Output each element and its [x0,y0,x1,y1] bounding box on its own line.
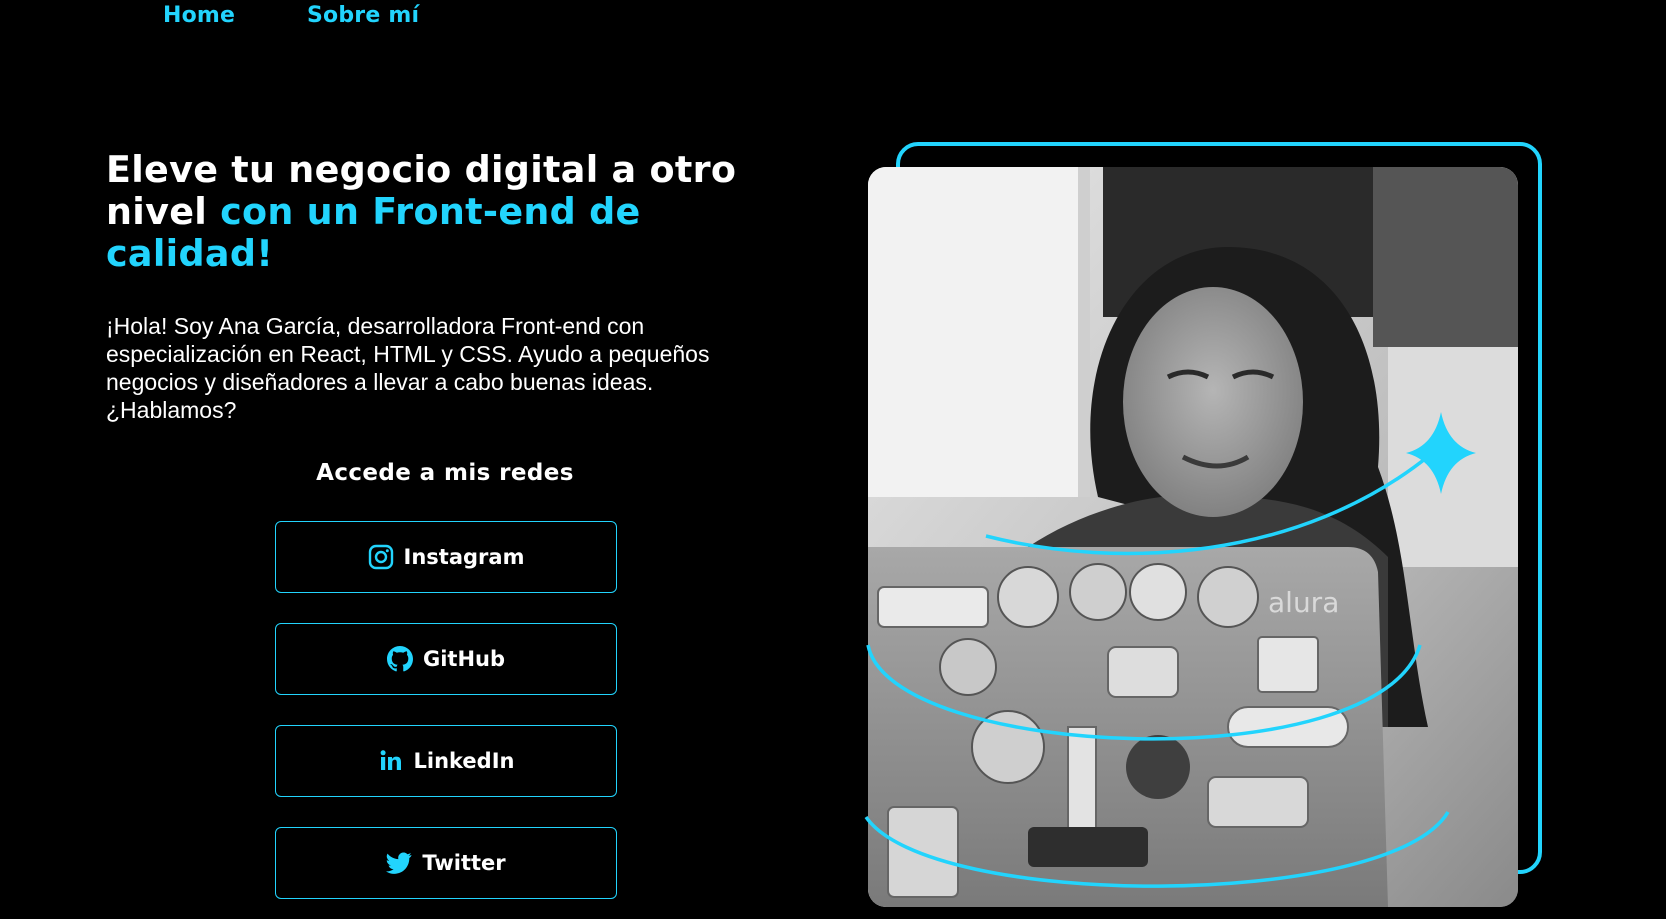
instagram-button[interactable]: Instagram [275,521,617,593]
sticker-text: alura [1268,586,1339,619]
twitter-button[interactable]: Twitter [275,827,617,899]
profile-photo: alura [868,167,1518,907]
social-title: Accede a mis redes [316,460,574,486]
top-nav: Home Sobre mí [0,0,1666,40]
nav-home-link[interactable]: Home [163,3,235,28]
intro-text: ¡Hola! Soy Ana García, desarrolladora Fr… [106,313,710,423]
instagram-icon [368,544,394,570]
page: Home Sobre mí Eleve tu negocio digital a… [0,0,1666,919]
github-button[interactable]: GitHub [275,623,617,695]
linkedin-label: LinkedIn [413,749,515,773]
instagram-label: Instagram [403,545,525,569]
nav-about-link[interactable]: Sobre mí [307,3,419,28]
hero-title: Eleve tu negocio digital a otro nivel co… [106,149,786,275]
linkedin-icon [378,748,404,774]
twitter-label: Twitter [422,851,506,875]
photo-illustration: alura [868,167,1518,907]
twitter-icon [386,850,412,876]
github-label: GitHub [422,647,506,671]
linkedin-button[interactable]: LinkedIn [275,725,617,797]
github-icon [386,646,413,672]
